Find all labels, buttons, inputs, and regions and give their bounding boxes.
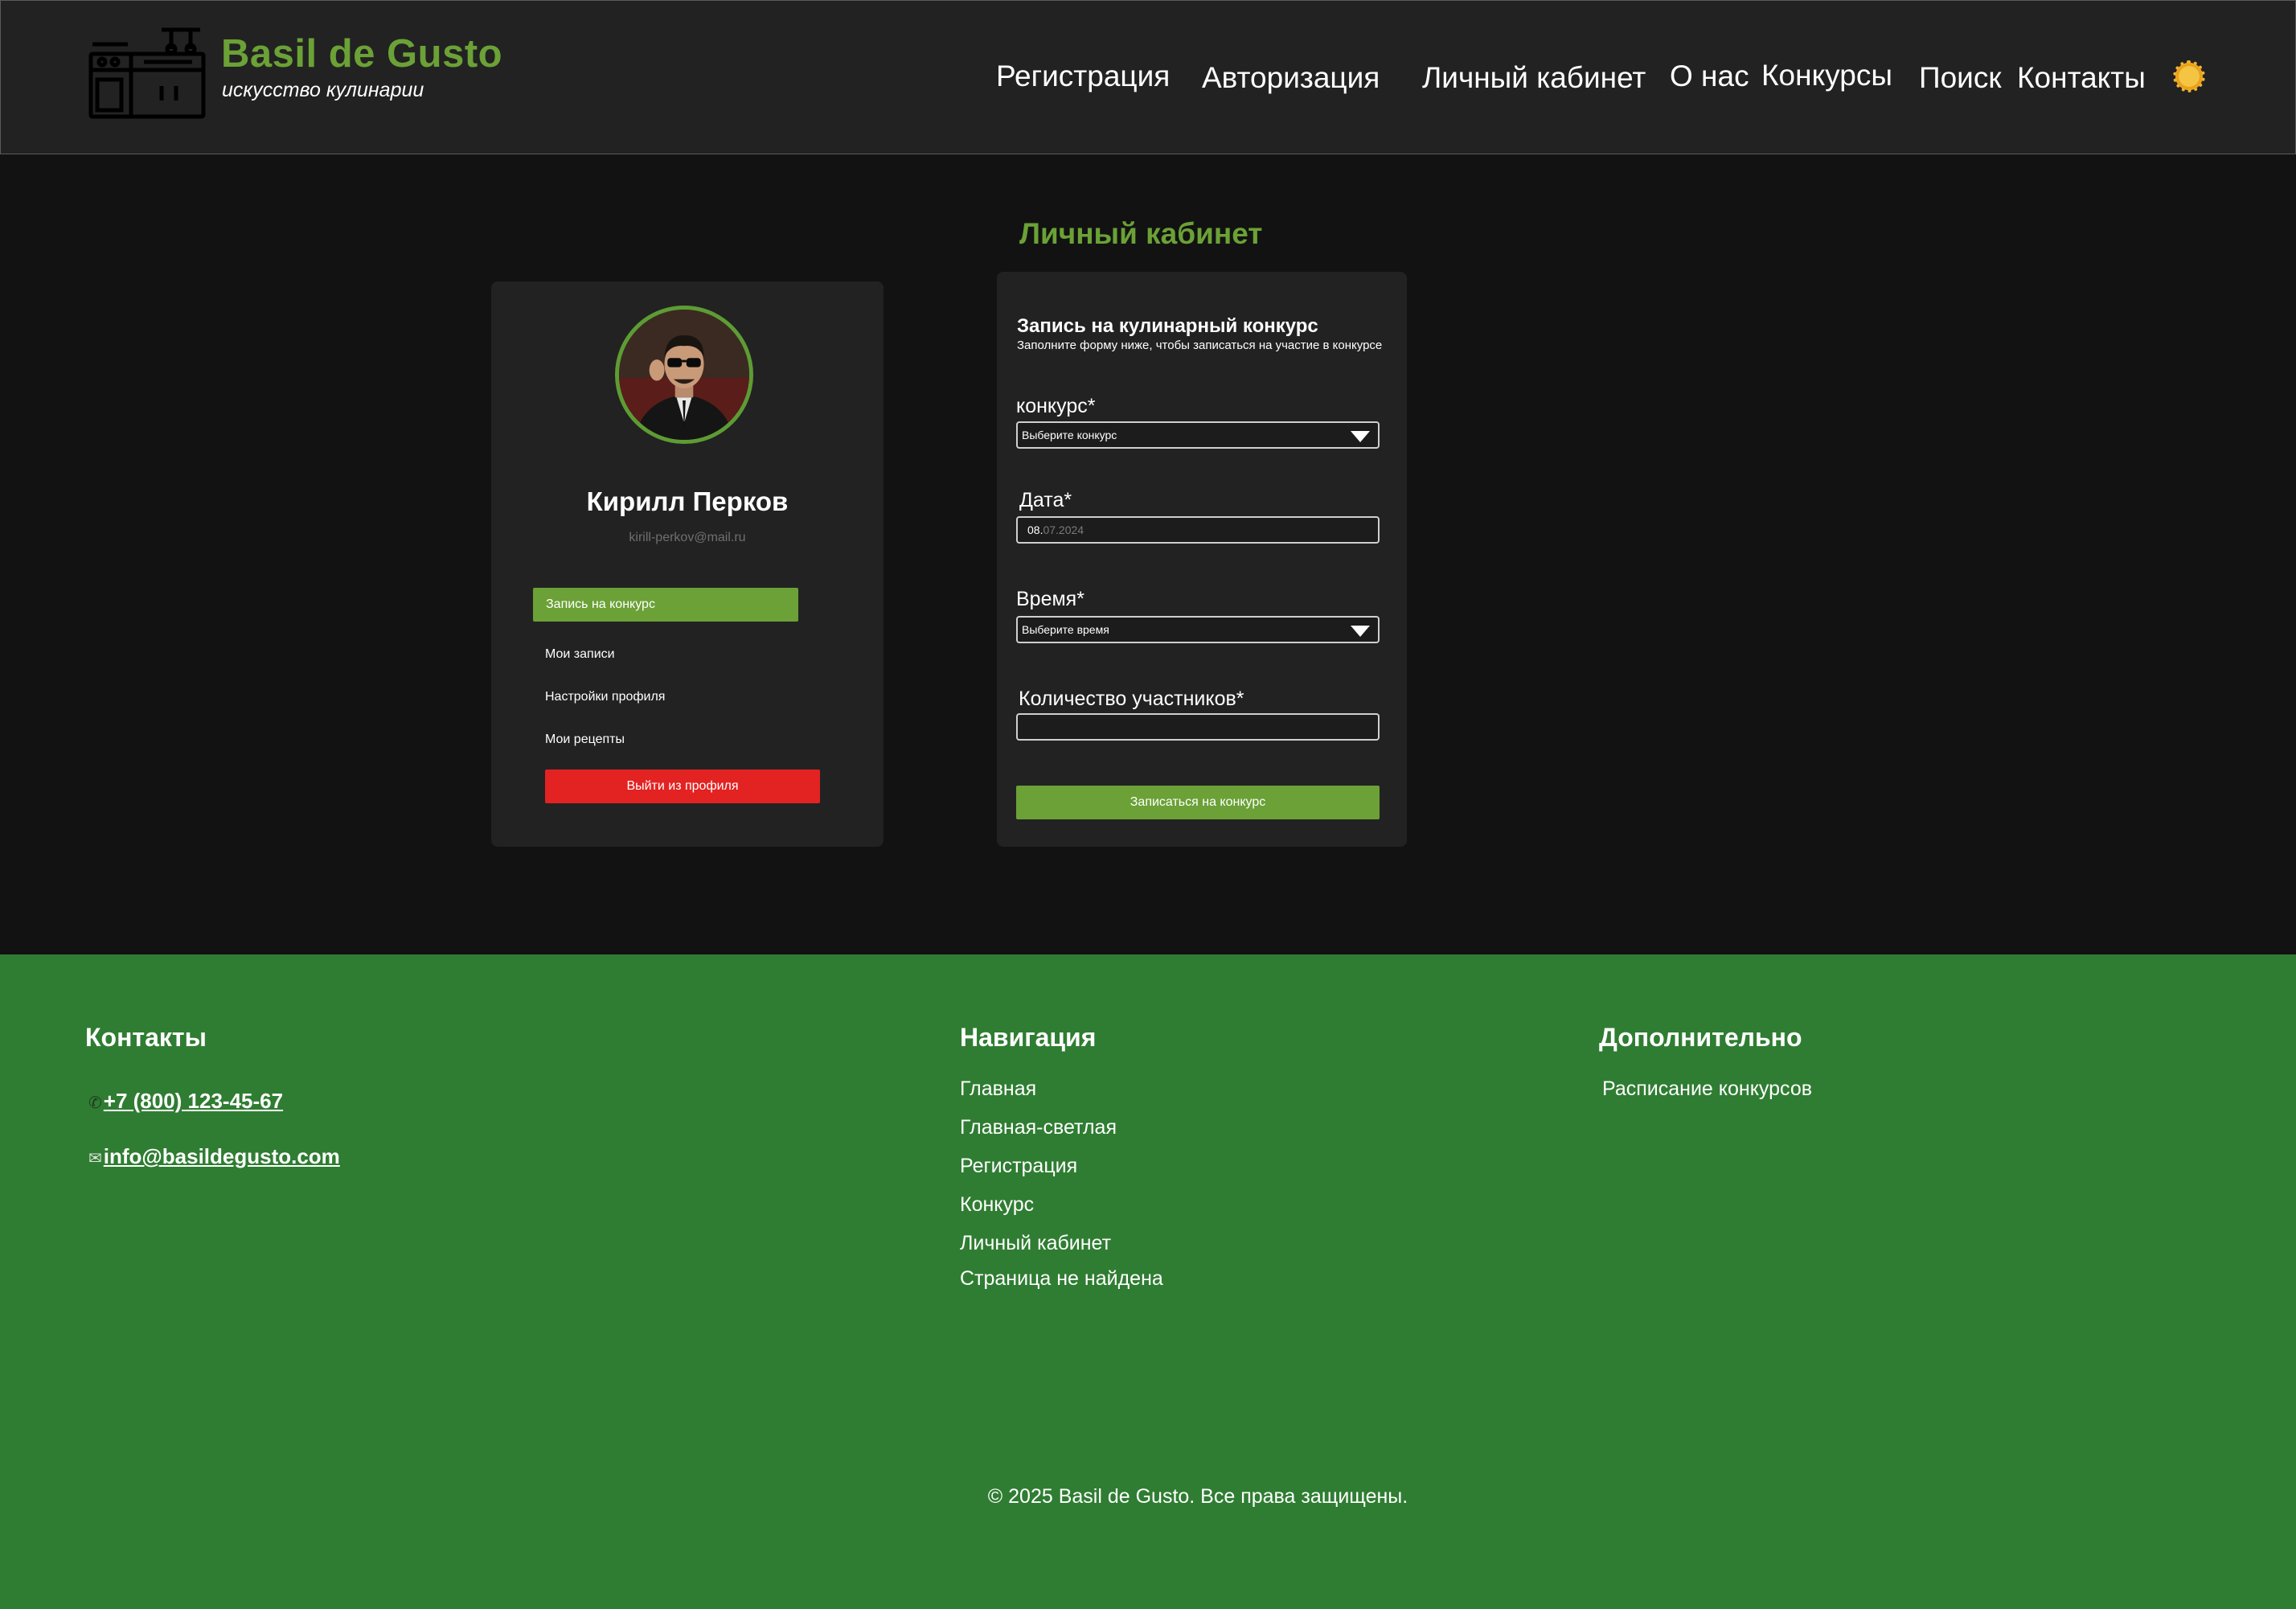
footer-email: info@basildegusto.com — [103, 1144, 340, 1168]
menu-my-entries[interactable]: Мои записи — [545, 647, 615, 662]
nav-contests[interactable]: Конкурсы — [1761, 59, 1892, 92]
footer-link-home[interactable]: Главная — [960, 1077, 1036, 1101]
brand-subtitle: искусство кулинарии — [222, 79, 424, 101]
nav-account[interactable]: Личный кабинет — [1422, 61, 1646, 95]
avatar — [615, 306, 753, 444]
footer-link-not-found[interactable]: Страница не найдена — [960, 1267, 1163, 1291]
footer-contacts-heading: Контакты — [85, 1023, 207, 1052]
menu-contest-signup[interactable]: Запись на конкурс — [533, 588, 798, 622]
time-select[interactable]: Выберите время — [1016, 616, 1380, 643]
nav-search[interactable]: Поиск — [1919, 61, 2002, 95]
form-subtitle: Заполните форму ниже, чтобы записаться н… — [1017, 339, 1383, 352]
menu-my-recipes[interactable]: Мои рецепты — [545, 733, 625, 747]
chevron-down-icon — [1351, 431, 1370, 442]
site-header: Basil de Gusto искусство кулинарии Регис… — [0, 0, 2296, 154]
time-label: Время* — [1016, 588, 1084, 610]
page-title: Личный кабинет — [1019, 217, 1263, 250]
brand-title[interactable]: Basil de Gusto — [221, 31, 502, 76]
contest-select[interactable]: Выберите конкурс — [1016, 421, 1380, 449]
footer-link-account[interactable]: Личный кабинет — [960, 1232, 1111, 1255]
footer-link-contest[interactable]: Конкурс — [960, 1193, 1034, 1217]
site-footer: Контакты ✆+7 (800) 123-45-67 ✉info@basil… — [0, 954, 2296, 1609]
footer-link-schedule[interactable]: Расписание конкурсов — [1602, 1077, 1812, 1101]
profile-name: Кирилл Перков — [586, 486, 789, 516]
envelope-icon: ✉ — [88, 1150, 102, 1168]
footer-extra-heading: Дополнительно — [1599, 1023, 1802, 1052]
contest-signup-form: Запись на кулинарный конкурс Заполните ф… — [997, 272, 1407, 847]
menu-profile-settings[interactable]: Настройки профиля — [545, 690, 665, 704]
nav-about[interactable]: О нас — [1670, 60, 1749, 93]
nav-login[interactable]: Авторизация — [1202, 61, 1380, 95]
footer-nav-heading: Навигация — [960, 1023, 1097, 1052]
sun-icon[interactable] — [2173, 60, 2205, 92]
contest-label: конкурс* — [1016, 395, 1096, 417]
logout-button[interactable]: Выйти из профиля — [545, 770, 820, 803]
nav-registration[interactable]: Регистрация — [996, 60, 1170, 93]
footer-link-registration[interactable]: Регистрация — [960, 1155, 1077, 1178]
footer-email-link[interactable]: ✉info@basildegusto.com — [88, 1144, 340, 1169]
time-select-value: Выберите время — [1022, 623, 1109, 636]
chevron-down-icon — [1351, 626, 1370, 637]
kitchen-stove-icon[interactable] — [88, 25, 207, 120]
avatar-photo — [619, 310, 749, 440]
participants-label: Количество участников* — [1019, 688, 1244, 710]
footer-phone: +7 (800) 123-45-67 — [103, 1089, 284, 1113]
copyright: © 2025 Basil de Gusto. Все права защищен… — [987, 1485, 1408, 1508]
date-day-value: 08. — [1027, 523, 1043, 536]
date-input[interactable]: 08.07.2024 — [1016, 516, 1380, 544]
contest-select-value: Выберите конкурс — [1022, 429, 1117, 441]
date-rest-value: 07.2024 — [1043, 523, 1084, 536]
form-title: Запись на кулинарный конкурс — [1017, 315, 1318, 337]
footer-link-home-light[interactable]: Главная-светлая — [960, 1116, 1117, 1139]
phone-icon: ✆ — [88, 1094, 102, 1112]
footer-phone-link[interactable]: ✆+7 (800) 123-45-67 — [88, 1089, 283, 1114]
profile-email: kirill-perkov@mail.ru — [629, 531, 746, 544]
date-label: Дата* — [1019, 489, 1072, 511]
nav-contacts[interactable]: Контакты — [2017, 61, 2146, 95]
participants-input[interactable] — [1016, 713, 1380, 741]
submit-button[interactable]: Записаться на конкурс — [1016, 786, 1380, 819]
profile-card: Кирилл Перков kirill-perkov@mail.ru Запи… — [491, 281, 884, 847]
